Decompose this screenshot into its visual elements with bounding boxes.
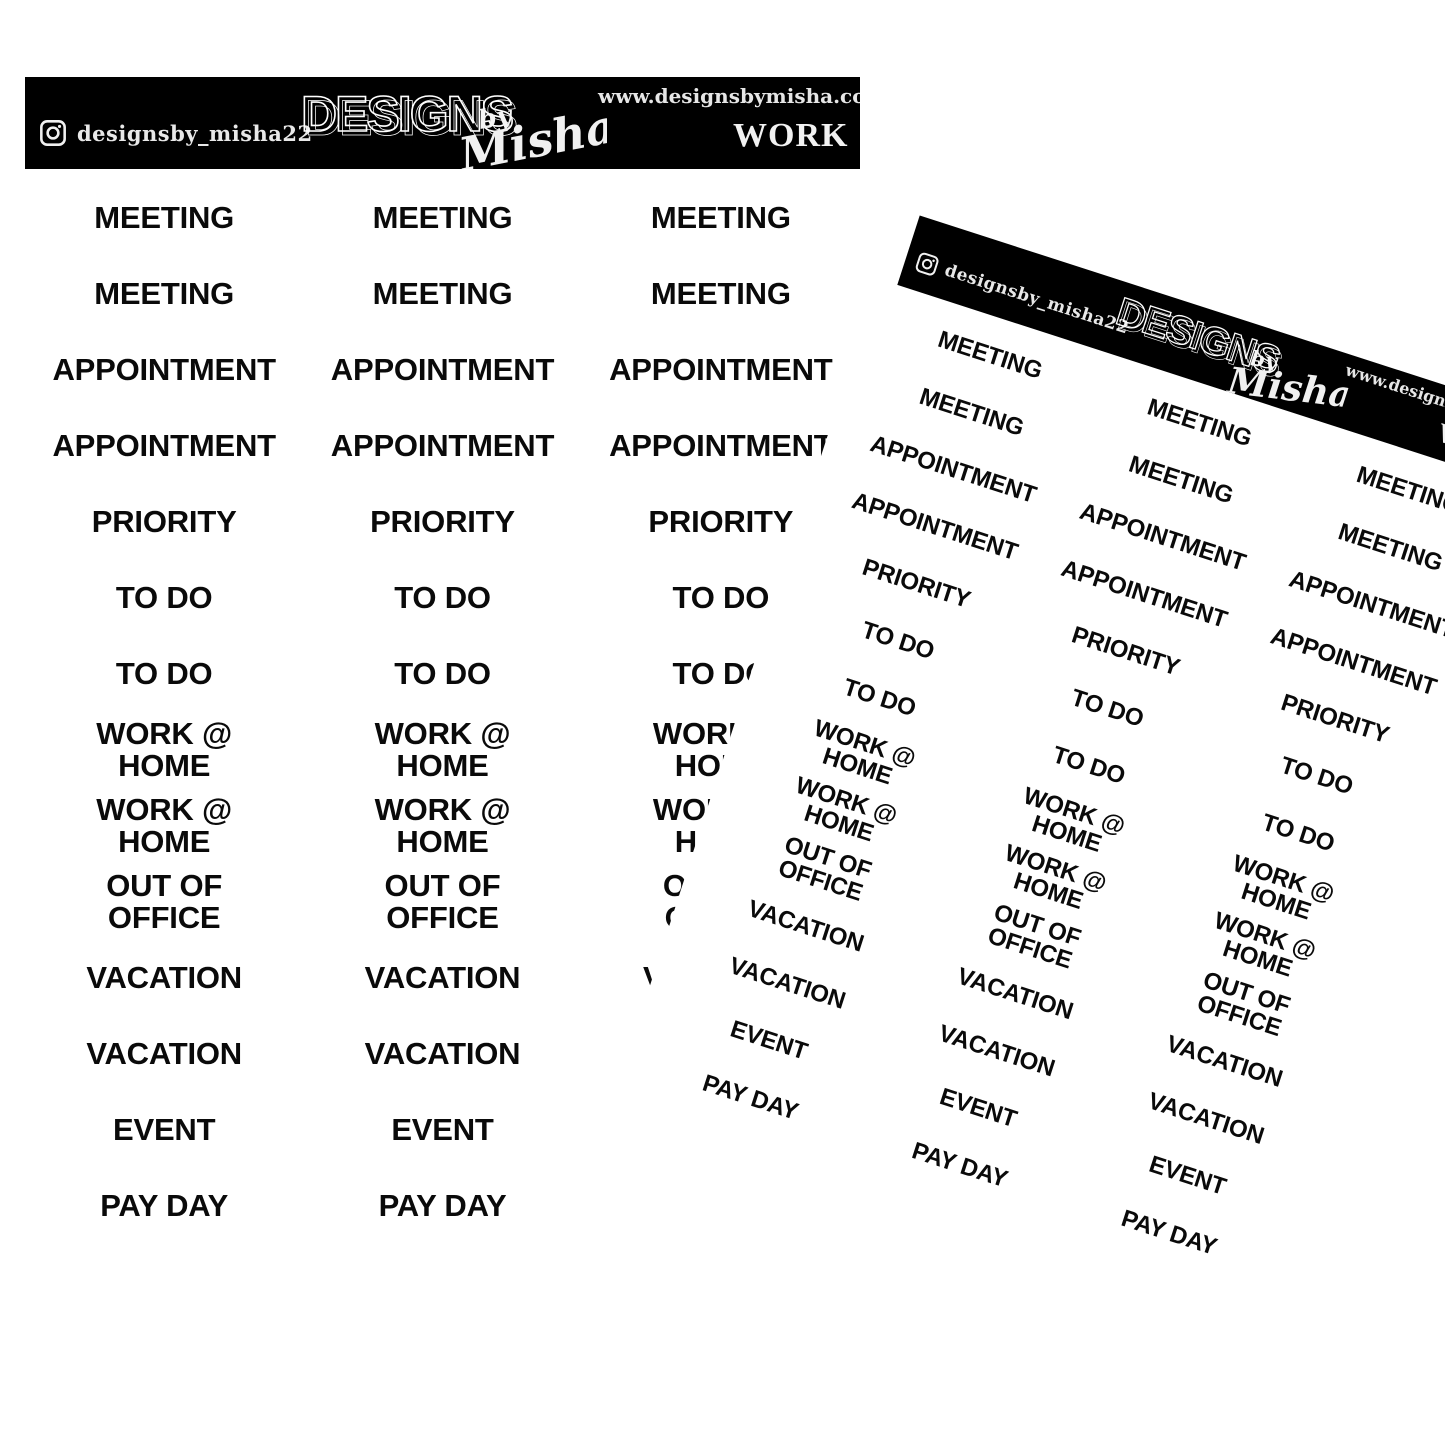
sticker-cell[interactable]: PAY DAY (25, 1168, 303, 1244)
sticker-cell[interactable]: WORK @ HOME (303, 712, 581, 788)
instagram-icon (913, 250, 941, 278)
sticker-cell[interactable]: WORK @ HOME (25, 788, 303, 864)
sticker-label: TO DO (1258, 808, 1338, 858)
sticker-label: EVENT (112, 1112, 216, 1148)
sticker-cell[interactable]: MEETING (303, 256, 581, 332)
sticker-label: TO DO (115, 656, 213, 692)
sticker-label: APPOINTMENT (330, 352, 555, 388)
instagram-credit: designsby_misha22 (39, 119, 313, 147)
sticker-cell[interactable]: APPOINTMENT (25, 332, 303, 408)
sticker-cell[interactable]: TO DO (25, 636, 303, 712)
website-url: www.designsbymisha.com (1343, 360, 1445, 450)
sticker-label: WORK @ HOME (96, 792, 233, 859)
sticker-cell[interactable]: EVENT (25, 1092, 303, 1168)
brand-logo: DESIGNS DESIGNS by Misha (295, 79, 620, 169)
sticker-label: MEETING (94, 200, 235, 236)
sticker-cell[interactable]: TO DO (25, 560, 303, 636)
sticker-label: OUT OF OFFICE (384, 868, 501, 935)
sticker-cell[interactable]: WORK @ HOME (25, 712, 303, 788)
sticker-label: TO DO (672, 580, 770, 616)
sheet-category-label: WORK (1433, 417, 1445, 475)
website-url: www.designsbymisha.com (598, 84, 860, 108)
sticker-cell[interactable]: APPOINTMENT (303, 408, 581, 484)
sticker-label: EVENT (727, 1015, 811, 1066)
sticker-label: TO DO (839, 673, 920, 723)
sticker-cell[interactable]: OUT OF OFFICE (25, 864, 303, 940)
sticker-label: TO DO (858, 616, 938, 665)
sticker-cell[interactable]: MEETING (25, 256, 303, 332)
sticker-cell[interactable]: PRIORITY (303, 484, 581, 560)
sticker-label: APPOINTMENT (330, 428, 555, 464)
sticker-label: MEETING (650, 276, 791, 312)
sticker-label: MEETING (650, 200, 791, 236)
sticker-cell[interactable]: APPOINTMENT (25, 408, 303, 484)
sticker-cell[interactable]: MEETING (303, 180, 581, 256)
sticker-cell[interactable]: OUT OF OFFICE (303, 864, 581, 940)
sticker-cell[interactable]: APPOINTMENT (303, 332, 581, 408)
sticker-label: TO DO (1049, 741, 1129, 790)
sticker-label: OUT OF OFFICE (106, 868, 223, 935)
sticker-label: APPOINTMENT (52, 428, 276, 464)
sticker-cell[interactable]: MEETING (582, 256, 860, 332)
sticker-cell[interactable]: PRIORITY (25, 484, 303, 560)
sticker-cell[interactable]: WORK @ HOME (303, 788, 581, 864)
sticker-label: PRIORITY (370, 504, 515, 540)
sticker-label: VACATION (364, 960, 521, 996)
sticker-label: PAY DAY (699, 1069, 802, 1126)
sticker-label: PAY DAY (378, 1188, 507, 1224)
sticker-cell[interactable]: VACATION (303, 940, 581, 1016)
sticker-label: MEETING (94, 276, 235, 312)
sticker-label: TO DO (394, 656, 491, 692)
sticker-label: PAY DAY (100, 1188, 229, 1224)
sticker-label: PRIORITY (648, 504, 794, 540)
sticker-label: EVENT (936, 1082, 1021, 1133)
sticker-label: MEETING (372, 200, 513, 236)
sticker-label: TO DO (394, 580, 491, 616)
sticker-label: PRIORITY (91, 504, 237, 540)
sticker-label: EVENT (1145, 1150, 1230, 1201)
sticker-label: MEETING (372, 276, 513, 312)
sticker-label: VACATION (86, 1036, 242, 1072)
sticker-label: APPOINTMENT (52, 352, 276, 388)
sticker-label: APPOINTMENT (609, 352, 833, 388)
sticker-cell[interactable]: APPOINTMENT (582, 332, 860, 408)
sticker-label: APPOINTMENT (609, 428, 833, 464)
sticker-cell[interactable]: EVENT (303, 1092, 581, 1168)
instagram-icon (39, 119, 67, 147)
sticker-label: PAY DAY (1118, 1204, 1221, 1261)
sticker-cell[interactable]: TO DO (303, 636, 581, 712)
sticker-cell[interactable]: VACATION (303, 1016, 581, 1092)
sticker-label: VACATION (364, 1036, 521, 1072)
sticker-label: WORK @ HOME (374, 792, 511, 859)
sticker-cell[interactable]: VACATION (25, 940, 303, 1016)
sticker-cell[interactable]: TO DO (303, 560, 581, 636)
sticker-label: EVENT (391, 1112, 494, 1148)
sticker-label: TO DO (115, 580, 213, 616)
sheet-category-label: WORK (733, 117, 849, 154)
sticker-cell[interactable]: VACATION (25, 1016, 303, 1092)
sticker-label: WORK @ HOME (374, 716, 511, 783)
sticker-label: TO DO (1067, 683, 1147, 733)
sticker-label: VACATION (86, 960, 242, 996)
sticker-cell[interactable]: MEETING (582, 180, 860, 256)
sticker-label: PAY DAY (908, 1137, 1011, 1194)
sheet-header-bar: designsby_misha22 DESIGNS DESIGNS by Mis… (25, 77, 860, 169)
sticker-cell[interactable]: PAY DAY (303, 1168, 581, 1244)
sticker-label: WORK @ HOME (96, 716, 233, 783)
sticker-label: TO DO (1277, 751, 1357, 801)
sticker-cell[interactable]: MEETING (25, 180, 303, 256)
instagram-handle: designsby_misha22 (77, 120, 313, 146)
